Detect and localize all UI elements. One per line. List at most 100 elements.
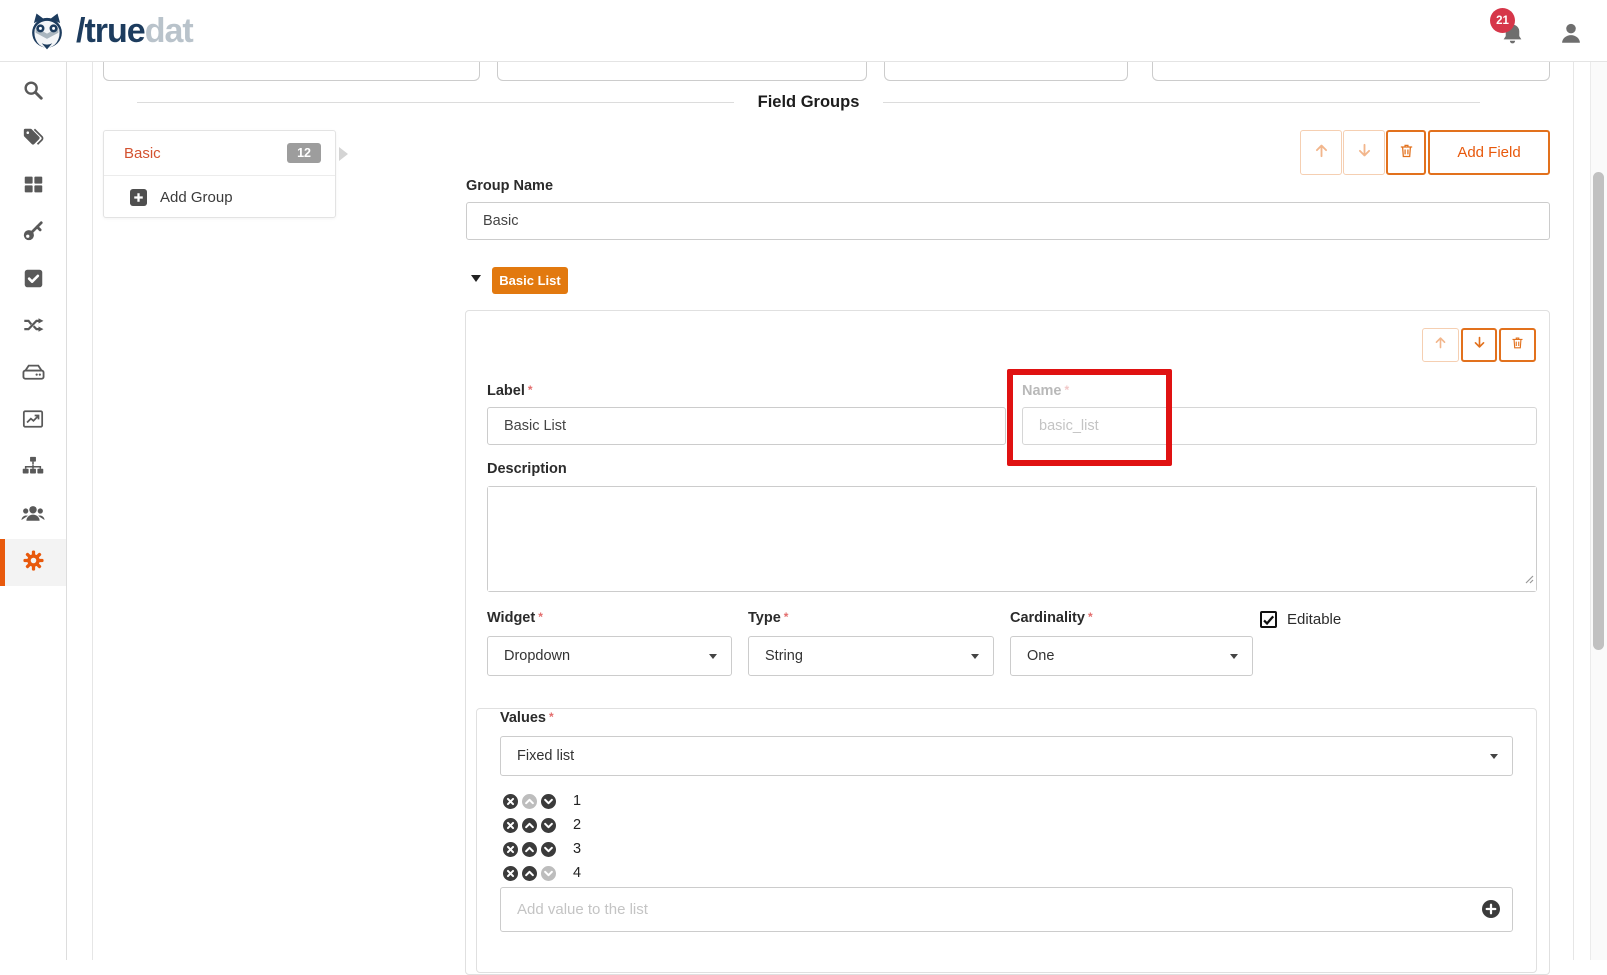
delete-group-button[interactable] (1386, 130, 1426, 175)
sidebar-item-modules[interactable] (0, 163, 66, 210)
gear-icon (22, 549, 45, 577)
value-row-3: 3 (503, 837, 581, 861)
arrow-up-icon (1313, 142, 1330, 164)
move-value-up-icon (522, 794, 537, 809)
field-groups-panel: Basic 12 Add Group (103, 130, 336, 218)
move-value-up-icon[interactable] (522, 866, 537, 881)
app-header: /truedat 21 (0, 0, 1607, 62)
collapse-caret-icon[interactable] (471, 275, 481, 282)
chevron-down-icon (1230, 654, 1238, 659)
sidebar-item-hierarchy[interactable] (0, 445, 66, 492)
values-field-label: Values* (500, 710, 554, 726)
value-row-4: 4 (503, 861, 581, 885)
move-field-down-button[interactable] (1461, 328, 1497, 362)
cardinality-select[interactable]: One (1010, 636, 1253, 676)
group-name-field-label: Group Name (466, 178, 553, 194)
required-asterisk: * (528, 383, 533, 397)
required-asterisk: * (1088, 610, 1093, 624)
remove-value-icon[interactable] (503, 794, 518, 809)
group-name-label: Basic (124, 145, 161, 162)
group-item-basic[interactable]: Basic 12 (104, 131, 335, 175)
sidebar-item-tags[interactable] (0, 116, 66, 163)
group-name-input[interactable] (466, 202, 1550, 240)
grid-icon (23, 174, 44, 200)
chevron-down-icon (709, 654, 717, 659)
cardinality-select-value: One (1027, 648, 1054, 664)
delete-field-button[interactable] (1499, 328, 1536, 362)
chevron-down-icon (1490, 754, 1498, 759)
type-select-value: String (765, 648, 803, 664)
move-value-up-icon[interactable] (522, 818, 537, 833)
value-label: 4 (573, 865, 581, 881)
remove-value-icon[interactable] (503, 842, 518, 857)
value-row-1: 1 (503, 789, 581, 813)
tags-icon (22, 126, 44, 153)
required-asterisk: * (784, 610, 789, 624)
content-left-border (92, 62, 93, 960)
user-icon[interactable] (1558, 20, 1584, 51)
hard-drive-icon (22, 361, 45, 389)
move-value-up-icon[interactable] (522, 842, 537, 857)
move-group-down-button[interactable] (1343, 130, 1385, 175)
widget-field-label: Widget* (487, 610, 543, 626)
arrow-up-icon (1433, 335, 1448, 355)
sidebar-item-users[interactable] (0, 492, 66, 539)
section-divider: Field Groups (137, 93, 1480, 112)
sidebar-item-storage[interactable] (0, 351, 66, 398)
brand-logo[interactable]: /truedat (26, 10, 193, 52)
name-input[interactable] (1022, 407, 1537, 445)
scrollbar-thumb[interactable] (1593, 172, 1604, 650)
label-input[interactable] (487, 407, 1006, 445)
sidebar-item-analytics[interactable] (0, 398, 66, 445)
sidebar-item-search[interactable] (0, 69, 66, 116)
brand-name: /truedat (76, 12, 193, 51)
add-field-button[interactable]: Add Field (1428, 130, 1550, 175)
chart-line-icon (22, 408, 44, 435)
move-field-up-button[interactable] (1422, 328, 1459, 362)
move-group-up-button[interactable] (1300, 130, 1342, 175)
plus-square-icon (130, 189, 147, 206)
field-tag-basic-list[interactable]: Basic List (492, 267, 568, 294)
chevron-down-icon (971, 654, 979, 659)
owl-logo-icon (26, 10, 68, 52)
arrow-down-icon (1472, 335, 1487, 355)
sidebar-item-settings[interactable] (0, 539, 66, 586)
required-asterisk: * (1065, 383, 1070, 397)
users-icon (21, 501, 45, 530)
resize-handle[interactable] (1524, 571, 1534, 589)
type-select[interactable]: String (748, 636, 994, 676)
value-label: 2 (573, 817, 581, 833)
add-field-label: Add Field (1457, 144, 1520, 161)
group-count-badge: 12 (287, 143, 321, 163)
add-group-label: Add Group (160, 189, 233, 206)
widget-select[interactable]: Dropdown (487, 636, 732, 676)
values-source-value: Fixed list (517, 748, 574, 764)
add-value-input[interactable] (500, 887, 1513, 932)
cardinality-field-label: Cardinality* (1010, 610, 1093, 626)
label-field-label: Label* (487, 383, 533, 399)
editable-checkbox[interactable]: Editable (1260, 611, 1341, 628)
required-asterisk: * (538, 610, 543, 624)
move-value-down-icon[interactable] (541, 842, 556, 857)
sidebar-nav (0, 62, 67, 960)
values-source-select[interactable]: Fixed list (500, 736, 1513, 776)
sidebar-item-connections[interactable] (0, 304, 66, 351)
value-label: 1 (573, 793, 581, 809)
sidebar-item-permissions[interactable] (0, 210, 66, 257)
add-group-button[interactable]: Add Group (104, 175, 335, 218)
notification-count-badge: 21 (1490, 8, 1515, 33)
move-value-down-icon[interactable] (541, 818, 556, 833)
move-value-down-icon[interactable] (541, 794, 556, 809)
shuffle-icon (22, 314, 44, 341)
description-textarea-wrap (487, 486, 1537, 592)
check-square-icon (23, 268, 44, 294)
sidebar-item-tasks[interactable] (0, 257, 66, 304)
trash-icon (1398, 142, 1415, 164)
trash-icon (1510, 335, 1525, 355)
remove-value-icon[interactable] (503, 866, 518, 881)
widget-select-value: Dropdown (504, 648, 570, 664)
remove-value-icon[interactable] (503, 818, 518, 833)
arrow-down-icon (1356, 142, 1373, 164)
plus-circle-icon[interactable] (1482, 900, 1500, 918)
description-textarea[interactable] (488, 487, 1536, 591)
